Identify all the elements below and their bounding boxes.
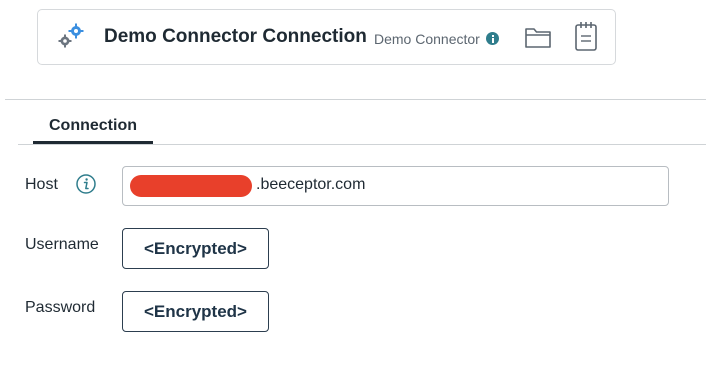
tab-connection[interactable]: Connection — [33, 110, 153, 144]
connection-header: Demo Connector Connection Demo Connector — [37, 9, 616, 65]
tab-underline-rule — [18, 144, 706, 145]
folder-icon[interactable] — [523, 25, 553, 51]
gears-icon — [58, 23, 84, 48]
section-divider — [5, 99, 706, 100]
connection-title: Demo Connector Connection — [104, 26, 367, 47]
host-input[interactable]: .beeceptor.com — [122, 166, 669, 206]
password-label: Password — [25, 299, 96, 316]
username-encrypted-button[interactable]: <Encrypted> — [122, 228, 269, 269]
host-label: Host — [25, 176, 58, 193]
username-label: Username — [25, 236, 99, 253]
notepad-icon[interactable] — [573, 21, 599, 53]
info-icon[interactable] — [75, 173, 97, 195]
password-encrypted-button[interactable]: <Encrypted> — [122, 291, 269, 332]
info-icon[interactable] — [486, 32, 499, 45]
tab-label: Connection — [49, 117, 137, 134]
host-domain-suffix: .beeceptor.com — [256, 176, 366, 193]
redacted-host-prefix — [130, 175, 252, 197]
connector-type-label: Demo Connector — [374, 31, 480, 47]
